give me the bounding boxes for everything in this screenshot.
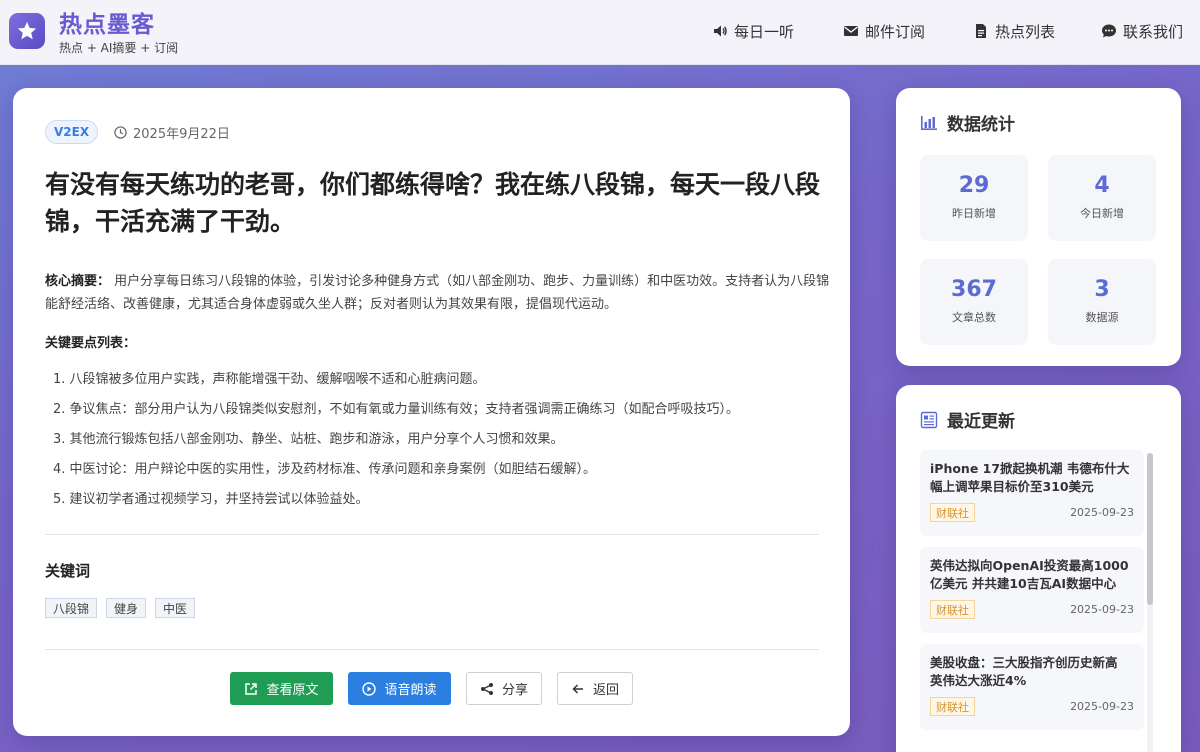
stat-data-sources: 3 数据源: [1048, 259, 1156, 345]
date-text: 2025年9月22日: [133, 127, 230, 142]
view-original-button[interactable]: 查看原文: [230, 672, 333, 705]
chat-icon: [1102, 24, 1116, 38]
nav-hot-list[interactable]: 热点列表: [973, 20, 1055, 42]
list-item: 2. 争议焦点：部分用户认为八段锦类似安慰剂，不如有氧或力量训练有效；支持者强调…: [53, 402, 740, 417]
recent-header: 最近更新: [920, 407, 1015, 432]
stat-label: 昨日新增: [952, 207, 996, 220]
stat-label: 数据源: [1085, 311, 1119, 324]
brand-subtitle: 热点 + AI摘要 + 订阅: [59, 41, 179, 55]
keyword-tag[interactable]: 八段锦: [45, 598, 98, 618]
stat-value: 367: [951, 277, 997, 302]
item-date: 2025-09-23: [1070, 603, 1134, 616]
stat-value: 3: [1094, 277, 1110, 302]
scrollbar-thumb[interactable]: [1147, 453, 1153, 605]
source-tag: 财联社: [930, 697, 975, 716]
stats-header: 数据统计: [920, 110, 1015, 135]
summary-text: 用户分享每日练习八段锦的体验，引发讨论多种健身方式（如八部金刚功、跑步、力量训练…: [45, 274, 830, 312]
newspaper-icon: [920, 411, 938, 428]
stat-label: 今日新增: [1080, 207, 1124, 220]
item-footer: 财联社 2025-09-23: [930, 600, 1134, 619]
recent-list: iPhone 17掀起换机潮 韦德布什大幅上调苹果目标价至310美元 财联社 2…: [920, 450, 1144, 741]
list-item: 1. 八段锦被多位用户实践，声称能增强干劲、缓解咽喉不适和心脏病问题。: [53, 372, 486, 387]
summary-label: 核心摘要：: [45, 274, 111, 289]
article-summary: 核心摘要： 用户分享每日练习八段锦的体验，引发讨论多种健身方式（如八部金刚功、跑…: [45, 270, 830, 316]
stat-yesterday-new: 29 昨日新增: [920, 155, 1028, 241]
divider: [45, 649, 819, 650]
nav-label: 热点列表: [995, 22, 1056, 41]
list-item[interactable]: iPhone 17掀起换机潮 韦德布什大幅上调苹果目标价至310美元 财联社 2…: [920, 450, 1144, 536]
item-title: iPhone 17掀起换机潮 韦德布什大幅上调苹果目标价至310美元: [930, 461, 1130, 494]
key-points-list: 1. 八段锦被多位用户实践，声称能增强干劲、缓解咽喉不适和心脏病问题。 2. 争…: [53, 368, 833, 518]
stats-title: 数据统计: [947, 115, 1015, 135]
list-item: 3. 其他流行锻炼包括八部金刚功、静坐、站桩、跑步和游泳，用户分享个人习惯和效果…: [53, 432, 564, 447]
stats-panel: 数据统计 29 昨日新增 4 今日新增 367 文章总数 3 数据源: [896, 88, 1181, 366]
source-badge[interactable]: V2EX: [45, 120, 99, 144]
article-date: 2025年9月22日: [114, 123, 230, 142]
document-icon: [976, 24, 986, 38]
share-icon: [480, 682, 493, 695]
stat-value: 29: [958, 173, 990, 198]
button-label: 返回: [592, 683, 619, 698]
item-title: 英伟达拟向OpenAI投资最高1000亿美元 并共建10吉瓦AI数据中心: [930, 558, 1129, 591]
nav-mail-subscribe[interactable]: 邮件订阅: [843, 20, 925, 42]
speaker-icon: [714, 25, 727, 37]
stat-today-new: 4 今日新增: [1048, 155, 1156, 241]
list-item[interactable]: 美股收盘：三大股指齐创历史新高 英伟达大涨近4% 财联社 2025-09-23: [920, 644, 1144, 730]
list-item: 5. 建议初学者通过视频学习，并坚持尝试以体验益处。: [53, 492, 369, 507]
button-label: 分享: [501, 683, 528, 698]
article-title: 有没有每天练功的老哥，你们都练得啥？我在练八段锦，每天一段八段锦，干活充满了干劲…: [45, 170, 821, 236]
list-item[interactable]: 英伟达拟向OpenAI投资最高1000亿美元 并共建10吉瓦AI数据中心 财联社…: [920, 547, 1144, 633]
divider: [45, 534, 819, 535]
keyword-tag[interactable]: 中医: [155, 598, 196, 618]
item-title: 美股收盘：三大股指齐创历史新高 英伟达大涨近4%: [930, 655, 1118, 688]
star-icon: [17, 21, 37, 40]
item-date: 2025-09-23: [1070, 700, 1134, 713]
nav-daily-listen[interactable]: 每日一听: [712, 20, 794, 42]
stat-value: 4: [1094, 173, 1110, 198]
external-link-icon: [245, 682, 258, 695]
brand-title: 热点墨客: [59, 12, 155, 38]
voice-read-button[interactable]: 语音朗读: [348, 672, 451, 705]
source-tag: 财联社: [930, 503, 975, 522]
keyword-tag[interactable]: 健身: [106, 598, 147, 618]
nav-label: 邮件订阅: [865, 22, 926, 41]
mail-icon: [844, 26, 858, 36]
play-circle-icon: [362, 681, 377, 696]
nav-label: 联系我们: [1123, 22, 1184, 41]
source-tag: 财联社: [930, 600, 975, 619]
article-card: V2EX 2025年9月22日 有没有每天练功的老哥，你们都练得啥？我在练八段锦…: [13, 88, 850, 736]
recent-title: 最近更新: [947, 412, 1015, 432]
list-item: 4. 中医讨论：用户辩论中医的实用性，涉及药材标准、传承问题和亲身案例（如胆结石…: [53, 462, 597, 477]
arrow-left-icon: [572, 683, 583, 694]
share-button[interactable]: 分享: [466, 672, 542, 705]
logo[interactable]: [9, 13, 45, 49]
keywords-list: 八段锦 健身 中医: [45, 598, 196, 618]
clock-icon: [114, 126, 127, 139]
bar-chart-icon: [921, 115, 937, 130]
stat-label: 文章总数: [952, 311, 996, 324]
back-button[interactable]: 返回: [557, 672, 633, 705]
top-header: 热点墨客 热点 + AI摘要 + 订阅 每日一听 邮件订阅 热点列表 联系我们: [0, 0, 1200, 65]
item-date: 2025-09-23: [1070, 506, 1134, 519]
item-footer: 财联社 2025-09-23: [930, 697, 1134, 716]
item-footer: 财联社 2025-09-23: [930, 503, 1134, 522]
stat-total-articles: 367 文章总数: [920, 259, 1028, 345]
button-label: 语音朗读: [384, 683, 437, 698]
keywords-title: 关键词: [45, 562, 91, 580]
recent-panel: 最近更新 iPhone 17掀起换机潮 韦德布什大幅上调苹果目标价至310美元 …: [896, 385, 1181, 752]
points-label: 关键要点列表：: [45, 336, 137, 351]
nav-contact-us[interactable]: 联系我们: [1101, 20, 1183, 42]
button-label: 查看原文: [266, 683, 319, 698]
nav-label: 每日一听: [734, 22, 795, 41]
